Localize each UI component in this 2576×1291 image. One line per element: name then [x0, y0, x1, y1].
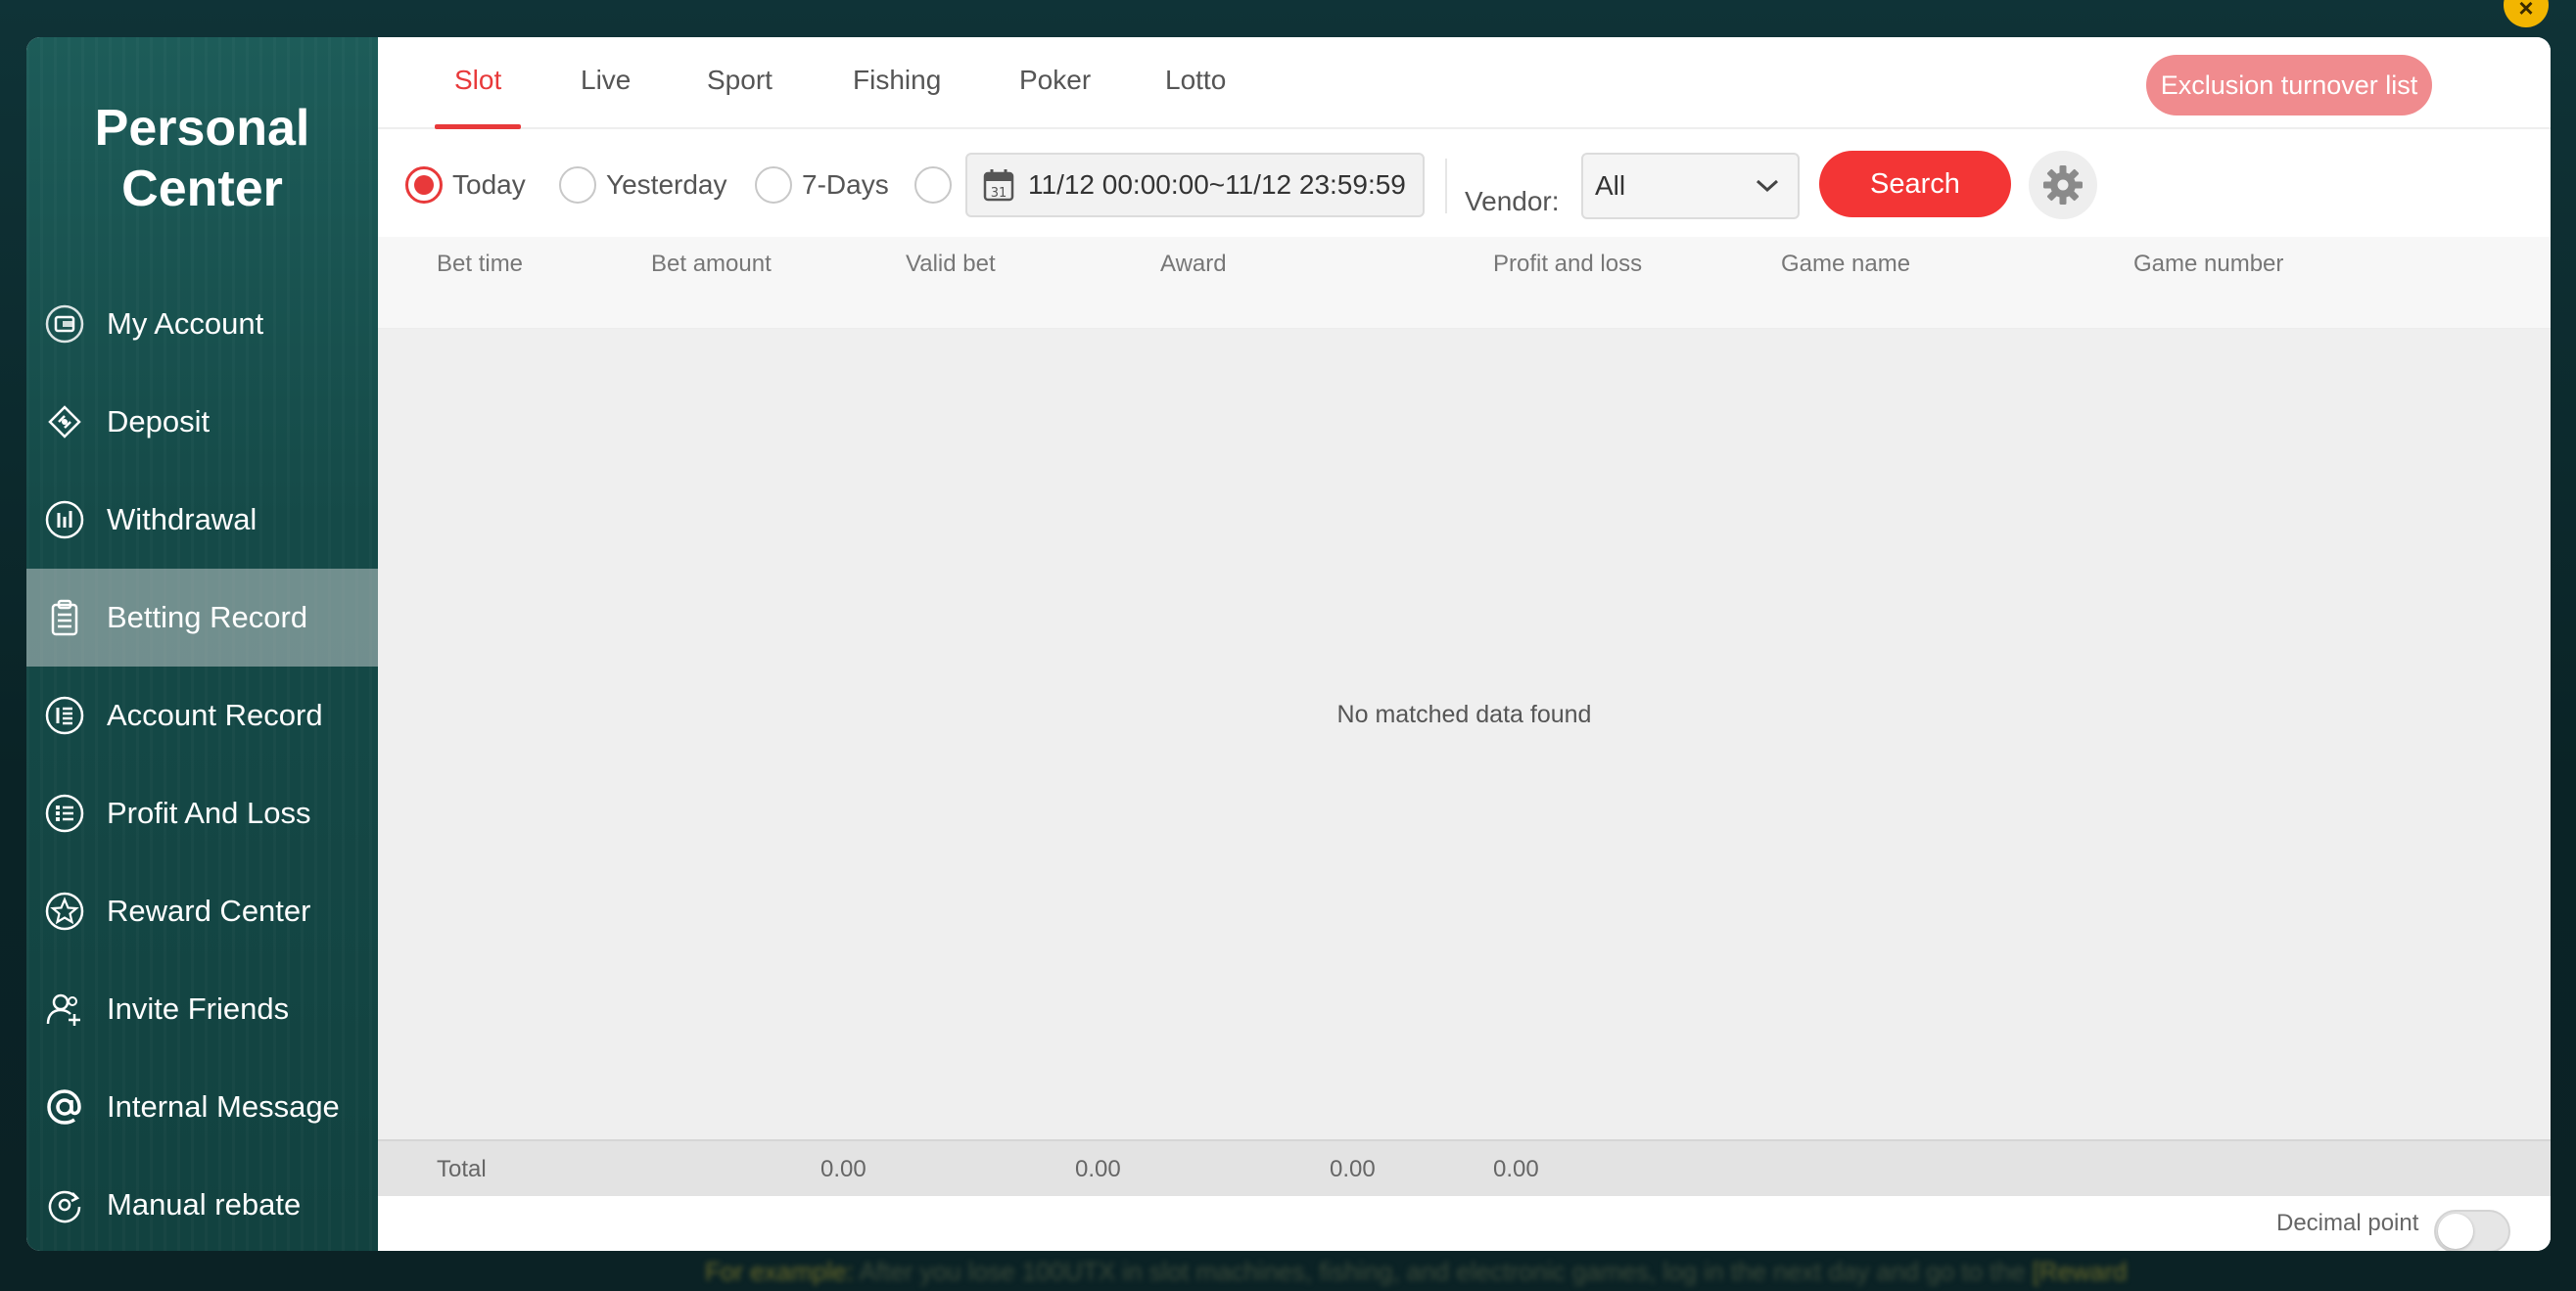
- personal-center-modal: Personal Center My Account Deposit Withd…: [26, 37, 2551, 1251]
- calendar-icon: 31: [983, 169, 1014, 202]
- radio-custom-range[interactable]: [914, 166, 961, 204]
- sidebar-item-deposit[interactable]: Deposit: [26, 373, 378, 471]
- sidebar-title: Personal Center: [94, 100, 310, 217]
- sidebar-item-label: Profit And Loss: [107, 796, 311, 830]
- radio-dot: [755, 166, 792, 204]
- radio-dot: [405, 166, 443, 204]
- total-profit-and-loss: 0.00: [1493, 1156, 1539, 1182]
- sidebar-item-label: Withdrawal: [107, 502, 258, 536]
- vendor-select[interactable]: All: [1581, 153, 1800, 219]
- empty-state-message: No matched data found: [1336, 701, 1592, 728]
- close-icon: ×: [2518, 0, 2534, 23]
- total-award: 0.00: [1330, 1156, 1376, 1182]
- sidebar-item-label: Betting Record: [107, 600, 308, 634]
- date-range-value: 11/12 00:00:00~11/12 23:59:59: [1028, 169, 1406, 200]
- radio-dot: [559, 166, 596, 204]
- column-bet-amount[interactable]: Bet amount: [651, 237, 772, 292]
- total-label: Total: [437, 1156, 487, 1182]
- sidebar-item-profit-and-loss[interactable]: Profit And Loss: [26, 764, 378, 862]
- vendor-select-value: All: [1595, 170, 1626, 201]
- rebate-icon: [44, 1184, 85, 1225]
- radio-dot: [914, 166, 952, 204]
- total-bet-amount: 0.00: [820, 1156, 866, 1182]
- vendor-label: Vendor:: [1465, 186, 1560, 216]
- sidebar-item-label: Account Record: [107, 698, 323, 732]
- list-icon: [44, 695, 85, 736]
- table-header: Bet time Bet amount Valid bet Award Prof…: [378, 237, 2551, 329]
- sidebar-nav: My Account Deposit Withdrawal Betting Re…: [26, 275, 378, 1251]
- sidebar-item-label: Manual rebate: [107, 1187, 302, 1222]
- background-promo-text: For example: After you lose 100UTX in sl…: [705, 1257, 2128, 1287]
- column-award[interactable]: Award: [1160, 237, 1227, 292]
- sidebar-item-betting-record[interactable]: Betting Record: [26, 569, 378, 667]
- sidebar-item-label: My Account: [107, 306, 264, 341]
- sidebar-item-withdrawal[interactable]: Withdrawal: [26, 471, 378, 569]
- column-game-number[interactable]: Game number: [2133, 237, 2283, 292]
- svg-text:31: 31: [991, 186, 1007, 201]
- total-valid-bet: 0.00: [1075, 1156, 1121, 1182]
- toggle-knob: [2438, 1214, 2473, 1249]
- date-range-picker[interactable]: 31 11/12 00:00:00~11/12 23:59:59: [965, 153, 1425, 217]
- sidebar-item-account-record[interactable]: Account Record: [26, 667, 378, 764]
- tab-poker[interactable]: Poker: [1019, 65, 1091, 127]
- radio-yesterday[interactable]: Yesterday: [559, 166, 727, 204]
- tab-live[interactable]: Live: [581, 65, 631, 127]
- search-button[interactable]: Search: [1819, 151, 2011, 217]
- sidebar-item-label: Invite Friends: [107, 991, 290, 1026]
- table-footer: Decimal point: [378, 1196, 2551, 1251]
- filter-bar: Today Yesterday 7-Days 31 11/12 00:00:00…: [378, 131, 2551, 237]
- sidebar-item-invite-friends[interactable]: Invite Friends: [26, 960, 378, 1058]
- chart-icon: [44, 499, 85, 540]
- column-valid-bet[interactable]: Valid bet: [906, 237, 996, 292]
- sidebar-item-internal-message[interactable]: Internal Message: [26, 1058, 378, 1156]
- total-row: Total 0.00 0.00 0.00 0.00: [378, 1139, 2551, 1196]
- chevron-down-icon: [1756, 179, 1779, 193]
- column-bet-time[interactable]: Bet time: [437, 237, 523, 292]
- add-user-icon: [44, 989, 85, 1030]
- exclusion-turnover-list-button[interactable]: Exclusion turnover list: [2146, 55, 2432, 115]
- column-profit-and-loss[interactable]: Profit and loss: [1493, 237, 1642, 292]
- promo-prefix: For example:: [705, 1257, 854, 1286]
- star-icon: [44, 891, 85, 932]
- column-game-name[interactable]: Game name: [1781, 237, 1910, 292]
- sidebar-item-reward-center[interactable]: Reward Center: [26, 862, 378, 960]
- sidebar-item-manual-rebate[interactable]: Manual rebate: [26, 1156, 378, 1251]
- tab-fishing[interactable]: Fishing: [853, 65, 941, 127]
- filter-divider: [1445, 159, 1447, 213]
- at-icon: [44, 1086, 85, 1128]
- decimal-point-toggle[interactable]: [2434, 1210, 2510, 1251]
- promo-body: After you lose 100UTX in slot machines, …: [859, 1257, 2026, 1286]
- radio-today[interactable]: Today: [405, 166, 526, 204]
- sidebar: Personal Center My Account Deposit Withd…: [26, 37, 378, 1251]
- betting-record-panel: Slot Live Sport Fishing Poker Lotto Excl…: [378, 37, 2551, 1251]
- game-type-tabs: Slot Live Sport Fishing Poker Lotto Excl…: [378, 37, 2551, 129]
- gear-icon: [2043, 165, 2083, 205]
- tab-lotto[interactable]: Lotto: [1165, 65, 1226, 127]
- tab-slot[interactable]: Slot: [434, 65, 522, 129]
- deposit-icon: [44, 401, 85, 442]
- promo-suffix: [Reward: [2032, 1257, 2128, 1286]
- sidebar-item-label: Reward Center: [107, 894, 311, 928]
- ledger-icon: [44, 793, 85, 834]
- wallet-icon: [44, 303, 85, 345]
- sidebar-item-label: Deposit: [107, 404, 211, 438]
- sidebar-item-label: Internal Message: [107, 1089, 340, 1124]
- decimal-point-label: Decimal point: [2276, 1210, 2419, 1236]
- settings-button[interactable]: [2029, 151, 2097, 219]
- radio-7-days[interactable]: 7-Days: [755, 166, 889, 204]
- sidebar-item-my-account[interactable]: My Account: [26, 275, 378, 373]
- table-body: No matched data found: [378, 329, 2551, 1139]
- tab-sport[interactable]: Sport: [707, 65, 773, 127]
- clipboard-icon: [44, 597, 85, 638]
